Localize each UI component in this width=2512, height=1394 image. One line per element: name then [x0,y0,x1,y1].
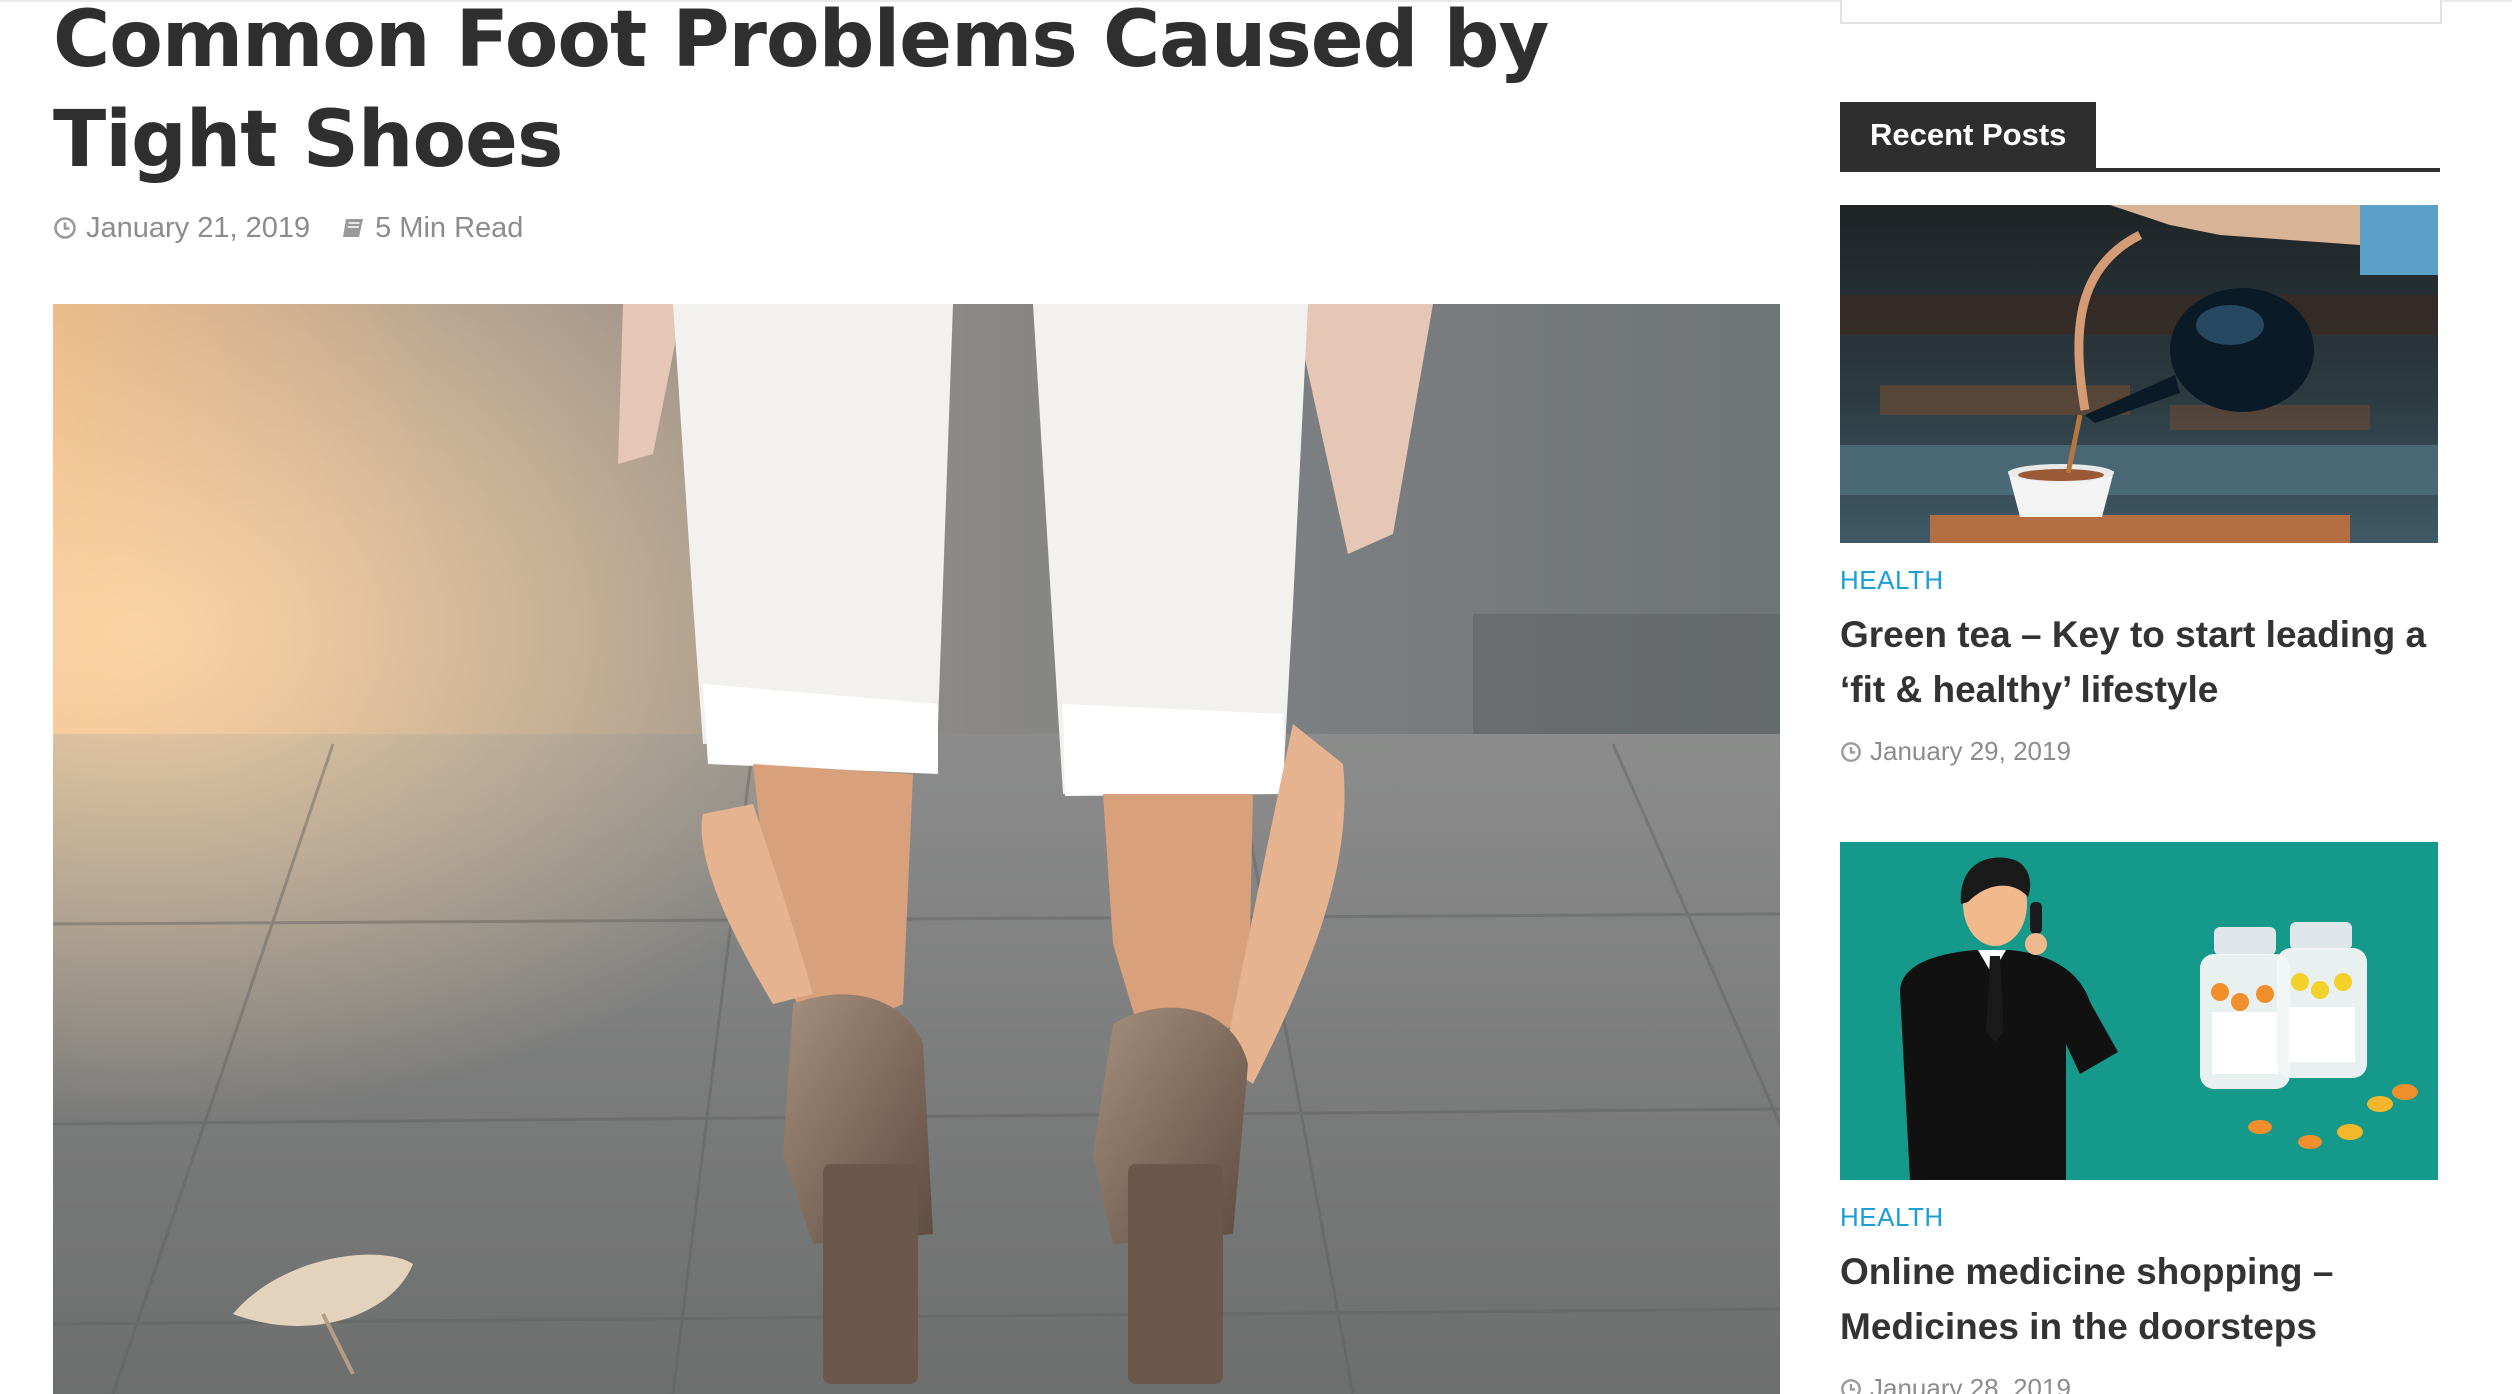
post-date: January 29, 2019 [1840,736,2071,767]
post-category[interactable]: HEALTH [1840,1202,1944,1233]
recent-post-1: HEALTH Green tea – Key to start leading … [1840,205,2440,795]
post-date-text: January 28, 2019 [1870,1373,2071,1394]
recent-post-2: HEALTH Online medicine shopping – Medici… [1840,842,2440,1394]
article-date: January 21, 2019 [53,212,310,245]
clock-icon [54,217,76,239]
post-title[interactable]: Green tea – Key to start leading a ‘fit … [1840,607,2440,717]
page: Common Foot Problems Caused by Tight Sho… [0,0,2512,1394]
article-read-time-text: 5 Min Read [375,211,524,244]
article-hero-image [53,304,1780,1394]
post-date-text: January 29, 2019 [1870,736,2071,766]
article-read-time: 5 Min Read [340,212,523,245]
clock-icon [1841,1378,1861,1394]
article-date-text: January 21, 2019 [86,211,311,244]
clock-icon [1841,741,1861,762]
book-icon [343,219,364,237]
post-date: January 28, 2019 [1840,1373,2071,1394]
article-title: Common Foot Problems Caused by Tight Sho… [53,0,1549,185]
search-input[interactable] [1840,0,2442,24]
article-meta: January 21, 2019 5 Min Read [53,208,553,248]
recent-posts-header: Recent Posts [1840,102,2440,172]
recent-posts-title: Recent Posts [1840,102,2097,168]
post-thumbnail-green-tea[interactable] [1840,205,2438,543]
post-category[interactable]: HEALTH [1840,565,1944,596]
post-title[interactable]: Online medicine shopping – Medicines in … [1840,1244,2440,1354]
post-thumbnail-online-medicine[interactable] [1840,842,2438,1180]
